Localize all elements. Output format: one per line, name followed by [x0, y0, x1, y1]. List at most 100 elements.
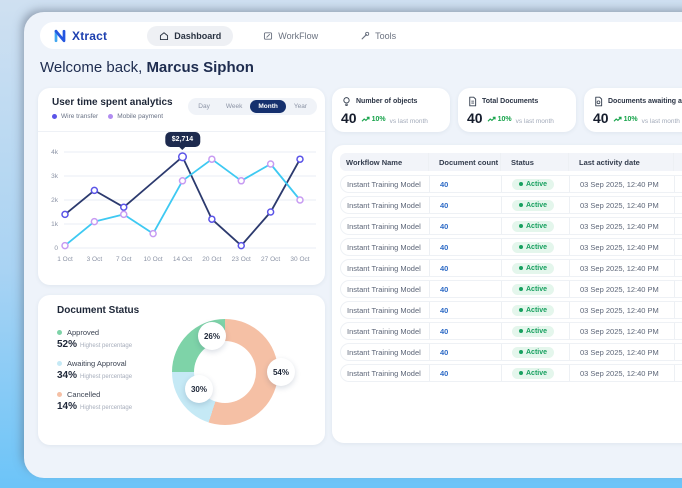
trend-up-icon: [487, 116, 496, 123]
status-cell: Active: [501, 260, 569, 276]
svg-text:3 Oct: 3 Oct: [87, 256, 103, 263]
nav-item-label: WorkFlow: [278, 31, 318, 41]
nav-item-workflow[interactable]: WorkFlow: [251, 26, 330, 46]
status-dot-icon: [519, 182, 523, 186]
svg-text:27 Oct: 27 Oct: [261, 256, 280, 263]
workflow-name-cell: Instant Training Model: [341, 281, 429, 297]
status-badge: Active: [512, 326, 554, 337]
line-chart: 01k2k3k4k1 Oct3 Oct7 Oct10 Oct14 Oct20 O…: [38, 88, 325, 285]
stat-value: 40: [341, 110, 357, 126]
bulb-icon: [341, 96, 352, 107]
status-badge: Active: [512, 200, 554, 211]
stat-delta-value: 10%: [372, 116, 386, 123]
details-cell: [674, 176, 682, 192]
table-row[interactable]: Instant Training Model 40 Active 03 Sep …: [340, 259, 682, 277]
svg-text:20 Oct: 20 Oct: [202, 256, 221, 263]
document-status-title: Document Status: [57, 305, 139, 316]
status-cell: Active: [501, 323, 569, 339]
status-dot-icon: [519, 329, 523, 333]
nav-item-label: Dashboard: [174, 31, 221, 41]
details-cell: [674, 239, 682, 255]
main-panel: Xtract Dashboard WorkFlow: [24, 12, 682, 478]
svg-text:10 Oct: 10 Oct: [144, 256, 163, 263]
table-row[interactable]: Instant Training Model 40 Active 03 Sep …: [340, 238, 682, 256]
last-activity-cell: 03 Sep 2025, 12:40 PM: [569, 281, 674, 297]
stat-card-documents-awaiting-approval: Documents awaiting approval 40 10% vs la…: [584, 88, 682, 132]
stat-card-number-of-objects: Number of objects 40 10% vs last month: [332, 88, 450, 132]
document-count-cell: 40: [429, 323, 501, 339]
table-row[interactable]: Instant Training Model 40 Active 03 Sep …: [340, 301, 682, 319]
document-count-cell: 40: [429, 218, 501, 234]
logo-n-icon: [52, 28, 68, 44]
document-icon: [467, 96, 478, 107]
status-legend-approved: Approved 52%Highest percentage: [57, 328, 132, 350]
document-count-cell: 40: [429, 281, 501, 297]
details-cell: [674, 302, 682, 318]
stat-label: Total Documents: [482, 98, 538, 105]
document-status-legend: Approved 52%Highest percentage Awaiting …: [57, 328, 132, 412]
status-legend-value: 34%: [57, 370, 77, 381]
status-dot-icon: [519, 287, 523, 291]
top-nav: Xtract Dashboard WorkFlow: [40, 22, 682, 49]
workflow-name-cell: Instant Training Model: [341, 302, 429, 318]
status-legend-dot: [57, 330, 62, 335]
details-cell: [674, 260, 682, 276]
workflow-name-cell: Instant Training Model: [341, 176, 429, 192]
stat-label: Number of objects: [356, 98, 417, 105]
stat-delta: 10%: [487, 116, 512, 123]
svg-text:1k: 1k: [51, 221, 59, 228]
tools-icon: [360, 31, 370, 41]
status-cell: Active: [501, 176, 569, 192]
details-cell: [674, 344, 682, 360]
donut-badge-awaiting: 30%: [185, 375, 213, 403]
workflow-name-cell: Instant Training Model: [341, 323, 429, 339]
approval-document-icon: [593, 96, 604, 107]
stat-label: Documents awaiting approval: [608, 98, 682, 105]
status-legend-cancelled: Cancelled 14%Highest percentage: [57, 390, 132, 412]
stat-delta: 10%: [613, 116, 638, 123]
welcome-user-name: Marcus Siphon: [146, 59, 254, 76]
details-cell: [674, 323, 682, 339]
stat-value: 40: [593, 110, 609, 126]
status-badge: Active: [512, 347, 554, 358]
column-header-workflow-name: Workflow Name: [340, 153, 428, 171]
last-activity-cell: 03 Sep 2025, 12:40 PM: [569, 239, 674, 255]
status-dot-icon: [519, 308, 523, 312]
workflow-name-cell: Instant Training Model: [341, 197, 429, 213]
nav-item-dashboard[interactable]: Dashboard: [147, 26, 233, 46]
status-badge: Active: [512, 242, 554, 253]
table-row[interactable]: Instant Training Model 40 Active 03 Sep …: [340, 280, 682, 298]
nav-item-tools[interactable]: Tools: [348, 26, 408, 46]
table-row[interactable]: Instant Training Model 40 Active 03 Sep …: [340, 217, 682, 235]
status-legend-label: Cancelled: [67, 390, 100, 399]
workflow-name-cell: Instant Training Model: [341, 344, 429, 360]
trend-up-icon: [361, 116, 370, 123]
status-cell: Active: [501, 218, 569, 234]
table-row[interactable]: Instant Training Model 40 Active 03 Sep …: [340, 343, 682, 361]
status-badge: Active: [512, 305, 554, 316]
svg-text:14 Oct: 14 Oct: [173, 256, 192, 263]
table-row[interactable]: Instant Training Model 40 Active 03 Sep …: [340, 364, 682, 382]
status-legend-value: 14%: [57, 401, 77, 412]
table-row[interactable]: Instant Training Model 40 Active 03 Sep …: [340, 196, 682, 214]
status-dot-icon: [519, 350, 523, 354]
analytics-chart-svg: 01k2k3k4k1 Oct3 Oct7 Oct10 Oct14 Oct20 O…: [44, 136, 319, 266]
last-activity-cell: 03 Sep 2025, 12:40 PM: [569, 176, 674, 192]
page-title: Welcome back, Marcus Siphon: [40, 59, 254, 76]
status-legend-dot: [57, 392, 62, 397]
table-row[interactable]: Instant Training Model 40 Active 03 Sep …: [340, 322, 682, 340]
status-badge: Active: [512, 284, 554, 295]
table-row[interactable]: Instant Training Model 40 Active 03 Sep …: [340, 175, 682, 193]
status-dot-icon: [519, 203, 523, 207]
nav-item-label: Tools: [375, 31, 396, 41]
document-count-cell: 40: [429, 239, 501, 255]
status-badge: Active: [512, 368, 554, 379]
svg-text:23 Oct: 23 Oct: [232, 256, 251, 263]
column-header-details: Details: [673, 153, 682, 171]
workflow-icon: [263, 31, 273, 41]
stat-delta: 10%: [361, 116, 386, 123]
document-count-cell: 40: [429, 302, 501, 318]
workflow-name-cell: Instant Training Model: [341, 218, 429, 234]
logo[interactable]: Xtract: [52, 28, 107, 44]
welcome-prefix: Welcome back,: [40, 59, 146, 76]
